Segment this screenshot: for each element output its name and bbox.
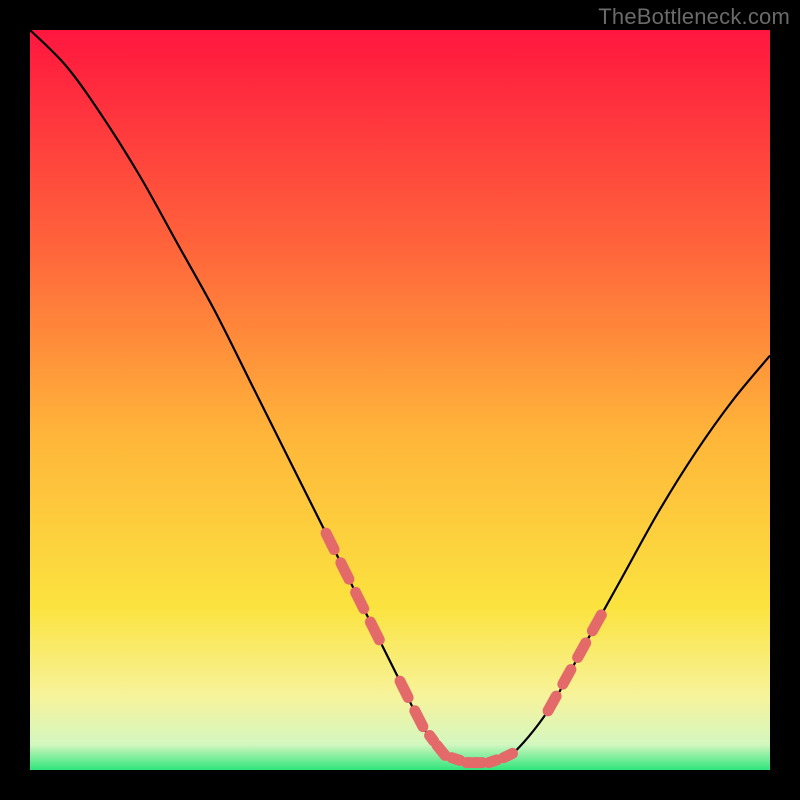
marker-segment: [548, 696, 556, 711]
plot-area: [30, 30, 770, 770]
chart-svg: [30, 30, 770, 770]
marker-segment: [326, 533, 334, 549]
marker-segment: [430, 735, 434, 740]
marker-segment: [356, 592, 364, 608]
gradient-background: [30, 30, 770, 770]
chart-container: TheBottleneck.com: [0, 0, 800, 800]
attribution-text: TheBottleneck.com: [598, 4, 790, 30]
marker-segment: [578, 643, 586, 658]
marker-segment: [341, 563, 349, 579]
marker-segment: [592, 615, 601, 631]
marker-segment: [563, 670, 571, 685]
marker-segment: [415, 711, 423, 727]
marker-segment: [489, 760, 497, 763]
marker-segment: [400, 681, 408, 697]
marker-segment: [452, 758, 460, 761]
marker-segment: [437, 745, 445, 755]
marker-segment: [504, 753, 513, 757]
